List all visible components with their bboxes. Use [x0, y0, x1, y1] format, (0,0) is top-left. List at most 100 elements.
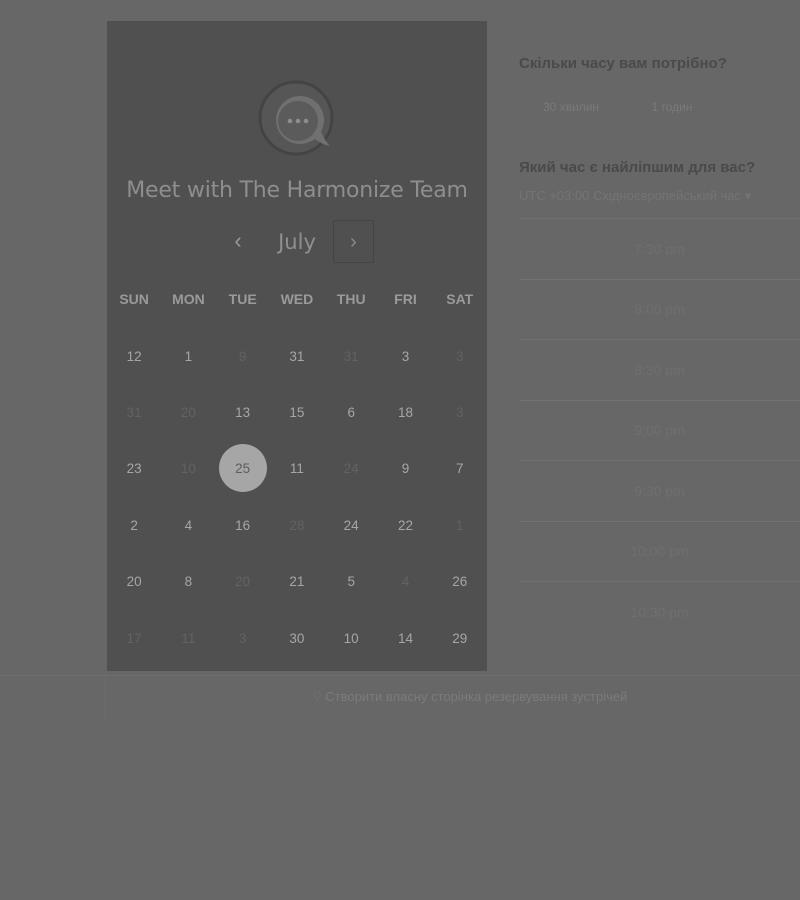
calendar-day[interactable]: 21	[270, 553, 324, 609]
chevron-right-icon: ›	[350, 230, 357, 253]
chevron-left-icon: ‹	[234, 228, 242, 253]
day-number: 24	[343, 460, 359, 476]
calendar-day[interactable]: 18	[378, 384, 432, 440]
calendar-day: 31	[324, 328, 378, 384]
weekday-mon: MON	[172, 291, 205, 307]
day-number: 7	[455, 460, 464, 476]
calendar-day: 28	[270, 497, 324, 553]
day-number: 9	[401, 460, 410, 476]
day-number: 12	[126, 348, 142, 364]
day-number: 25	[235, 460, 251, 476]
time-slot[interactable]: 9:00 pm	[519, 399, 800, 461]
time-slot[interactable]: 8:00 pm	[519, 278, 800, 340]
day-number: 1	[184, 348, 193, 364]
calendar-day: 1	[433, 497, 487, 553]
day-number: 15	[289, 404, 305, 420]
calendar-day[interactable]: 23	[107, 440, 161, 496]
calendar-day: 11	[161, 610, 215, 666]
day-number: 9	[238, 348, 247, 364]
calendar-day: 10	[161, 440, 215, 496]
weekday-sat: SAT	[446, 291, 474, 307]
weekday-tue: TUE	[228, 291, 257, 307]
calendar-day[interactable]: 5	[324, 553, 378, 609]
calendar-day[interactable]: 7	[433, 440, 487, 496]
calendar-day: 17	[107, 610, 161, 666]
time-slot[interactable]: 9:30 pm	[519, 460, 800, 521]
harmonize-logo-icon	[258, 80, 334, 156]
create-booking-page-link[interactable]: ⚲ Створити власну сторінка резервування з…	[312, 686, 627, 707]
calendar-day: 3	[433, 328, 487, 384]
day-number: 4	[401, 573, 410, 589]
duration-1-hour-button[interactable]: 1 годин	[626, 92, 718, 122]
team-title: Meet with The Harmonize Team	[126, 178, 468, 203]
month-label: July	[278, 230, 316, 254]
calendar-day[interactable]: 12	[107, 328, 161, 384]
calendar-day[interactable]: 11	[270, 440, 324, 496]
day-number: 11	[181, 630, 196, 646]
day-number: 28	[289, 517, 305, 533]
day-number: 8	[184, 573, 193, 589]
day-number: 31	[126, 404, 142, 420]
calendar-week-row: 20 8 20 21 5 4 26	[107, 553, 487, 609]
day-number: 20	[235, 573, 251, 589]
day-number: 10	[180, 460, 196, 476]
calendar-day: 20	[216, 553, 270, 609]
time-slot[interactable]: 10:00 pm	[519, 520, 800, 582]
calendar-day[interactable]: 20	[107, 553, 161, 609]
weekday-sun: SUN	[119, 291, 149, 307]
day-number: 17	[126, 630, 142, 646]
day-number: 6	[347, 404, 355, 420]
calendar-day[interactable]: 30	[270, 610, 324, 666]
calendar-day[interactable]: 14	[378, 610, 432, 666]
previous-month-button[interactable]: ‹	[226, 226, 250, 256]
time-slot-list: 7:30 pm 8:00 pm 8:30 pm 9:00 pm 9:30 pm …	[519, 218, 800, 642]
calendar-day[interactable]: 31	[270, 328, 324, 384]
day-number: 3	[455, 404, 464, 420]
calendar-day: 24	[324, 440, 378, 496]
calendar-day[interactable]: 8	[161, 553, 215, 609]
selected-day[interactable]: 25	[216, 440, 270, 496]
day-number: 14	[397, 630, 413, 646]
next-month-button[interactable]: ›	[333, 220, 374, 263]
calendar-day[interactable]: 9	[378, 440, 432, 496]
day-number: 16	[235, 517, 251, 533]
calendar-day: 4	[378, 553, 432, 609]
weekday-thu: THU	[336, 291, 366, 307]
timezone-select[interactable]: UTC +03:00 Східноєвропейський час ▾	[519, 186, 800, 206]
day-number: 23	[126, 460, 142, 476]
day-number: 30	[289, 630, 305, 646]
day-number: 22	[397, 517, 413, 533]
calendar-day[interactable]: 16	[216, 497, 270, 553]
time-slot[interactable]: 7:30 pm	[519, 218, 800, 279]
calendar-day[interactable]: 4	[161, 497, 215, 553]
day-number: 3	[455, 348, 464, 364]
calendar-week-row: 17 11 3 30 10 14 29	[107, 610, 487, 666]
calendar-day[interactable]: 29	[433, 610, 487, 666]
day-number: 18	[397, 404, 413, 420]
calendar-week-row: 31 20 13 15 6 18 3	[107, 384, 487, 440]
calendar-day: 3	[433, 384, 487, 440]
calendar-day[interactable]: 26	[433, 553, 487, 609]
day-number: 5	[347, 573, 355, 589]
time-heading: Який час є найліпшим для вас?	[519, 159, 756, 176]
calendar-day[interactable]: 13	[216, 384, 270, 440]
calendar-day[interactable]: 3	[378, 328, 432, 384]
hubspot-sprocket-icon: ⚲	[312, 688, 323, 704]
calendar-week-row: 23 10 25 11 24 9 7	[107, 440, 487, 496]
day-number: 13	[235, 404, 251, 420]
time-slot[interactable]: 10:30 pm	[519, 581, 800, 642]
calendar-day[interactable]: 2	[107, 497, 161, 553]
calendar-day[interactable]: 15	[270, 384, 324, 440]
calendar-day[interactable]: 24	[324, 497, 378, 553]
time-slot[interactable]: 8:30 pm	[519, 339, 800, 400]
calendar-week-row: 12 1 9 31 31 3 3	[107, 328, 487, 384]
calendar-day[interactable]: 6	[324, 384, 378, 440]
day-number: 26	[452, 573, 468, 589]
calendar-day[interactable]: 10	[324, 610, 378, 666]
day-number: 1	[455, 517, 464, 533]
calendar-day: 9	[216, 328, 270, 384]
calendar-day: 20	[161, 384, 215, 440]
duration-30-minutes-button[interactable]: 30 хвилин	[524, 92, 618, 122]
calendar-day[interactable]: 1	[161, 328, 215, 384]
calendar-day[interactable]: 22	[378, 497, 432, 553]
